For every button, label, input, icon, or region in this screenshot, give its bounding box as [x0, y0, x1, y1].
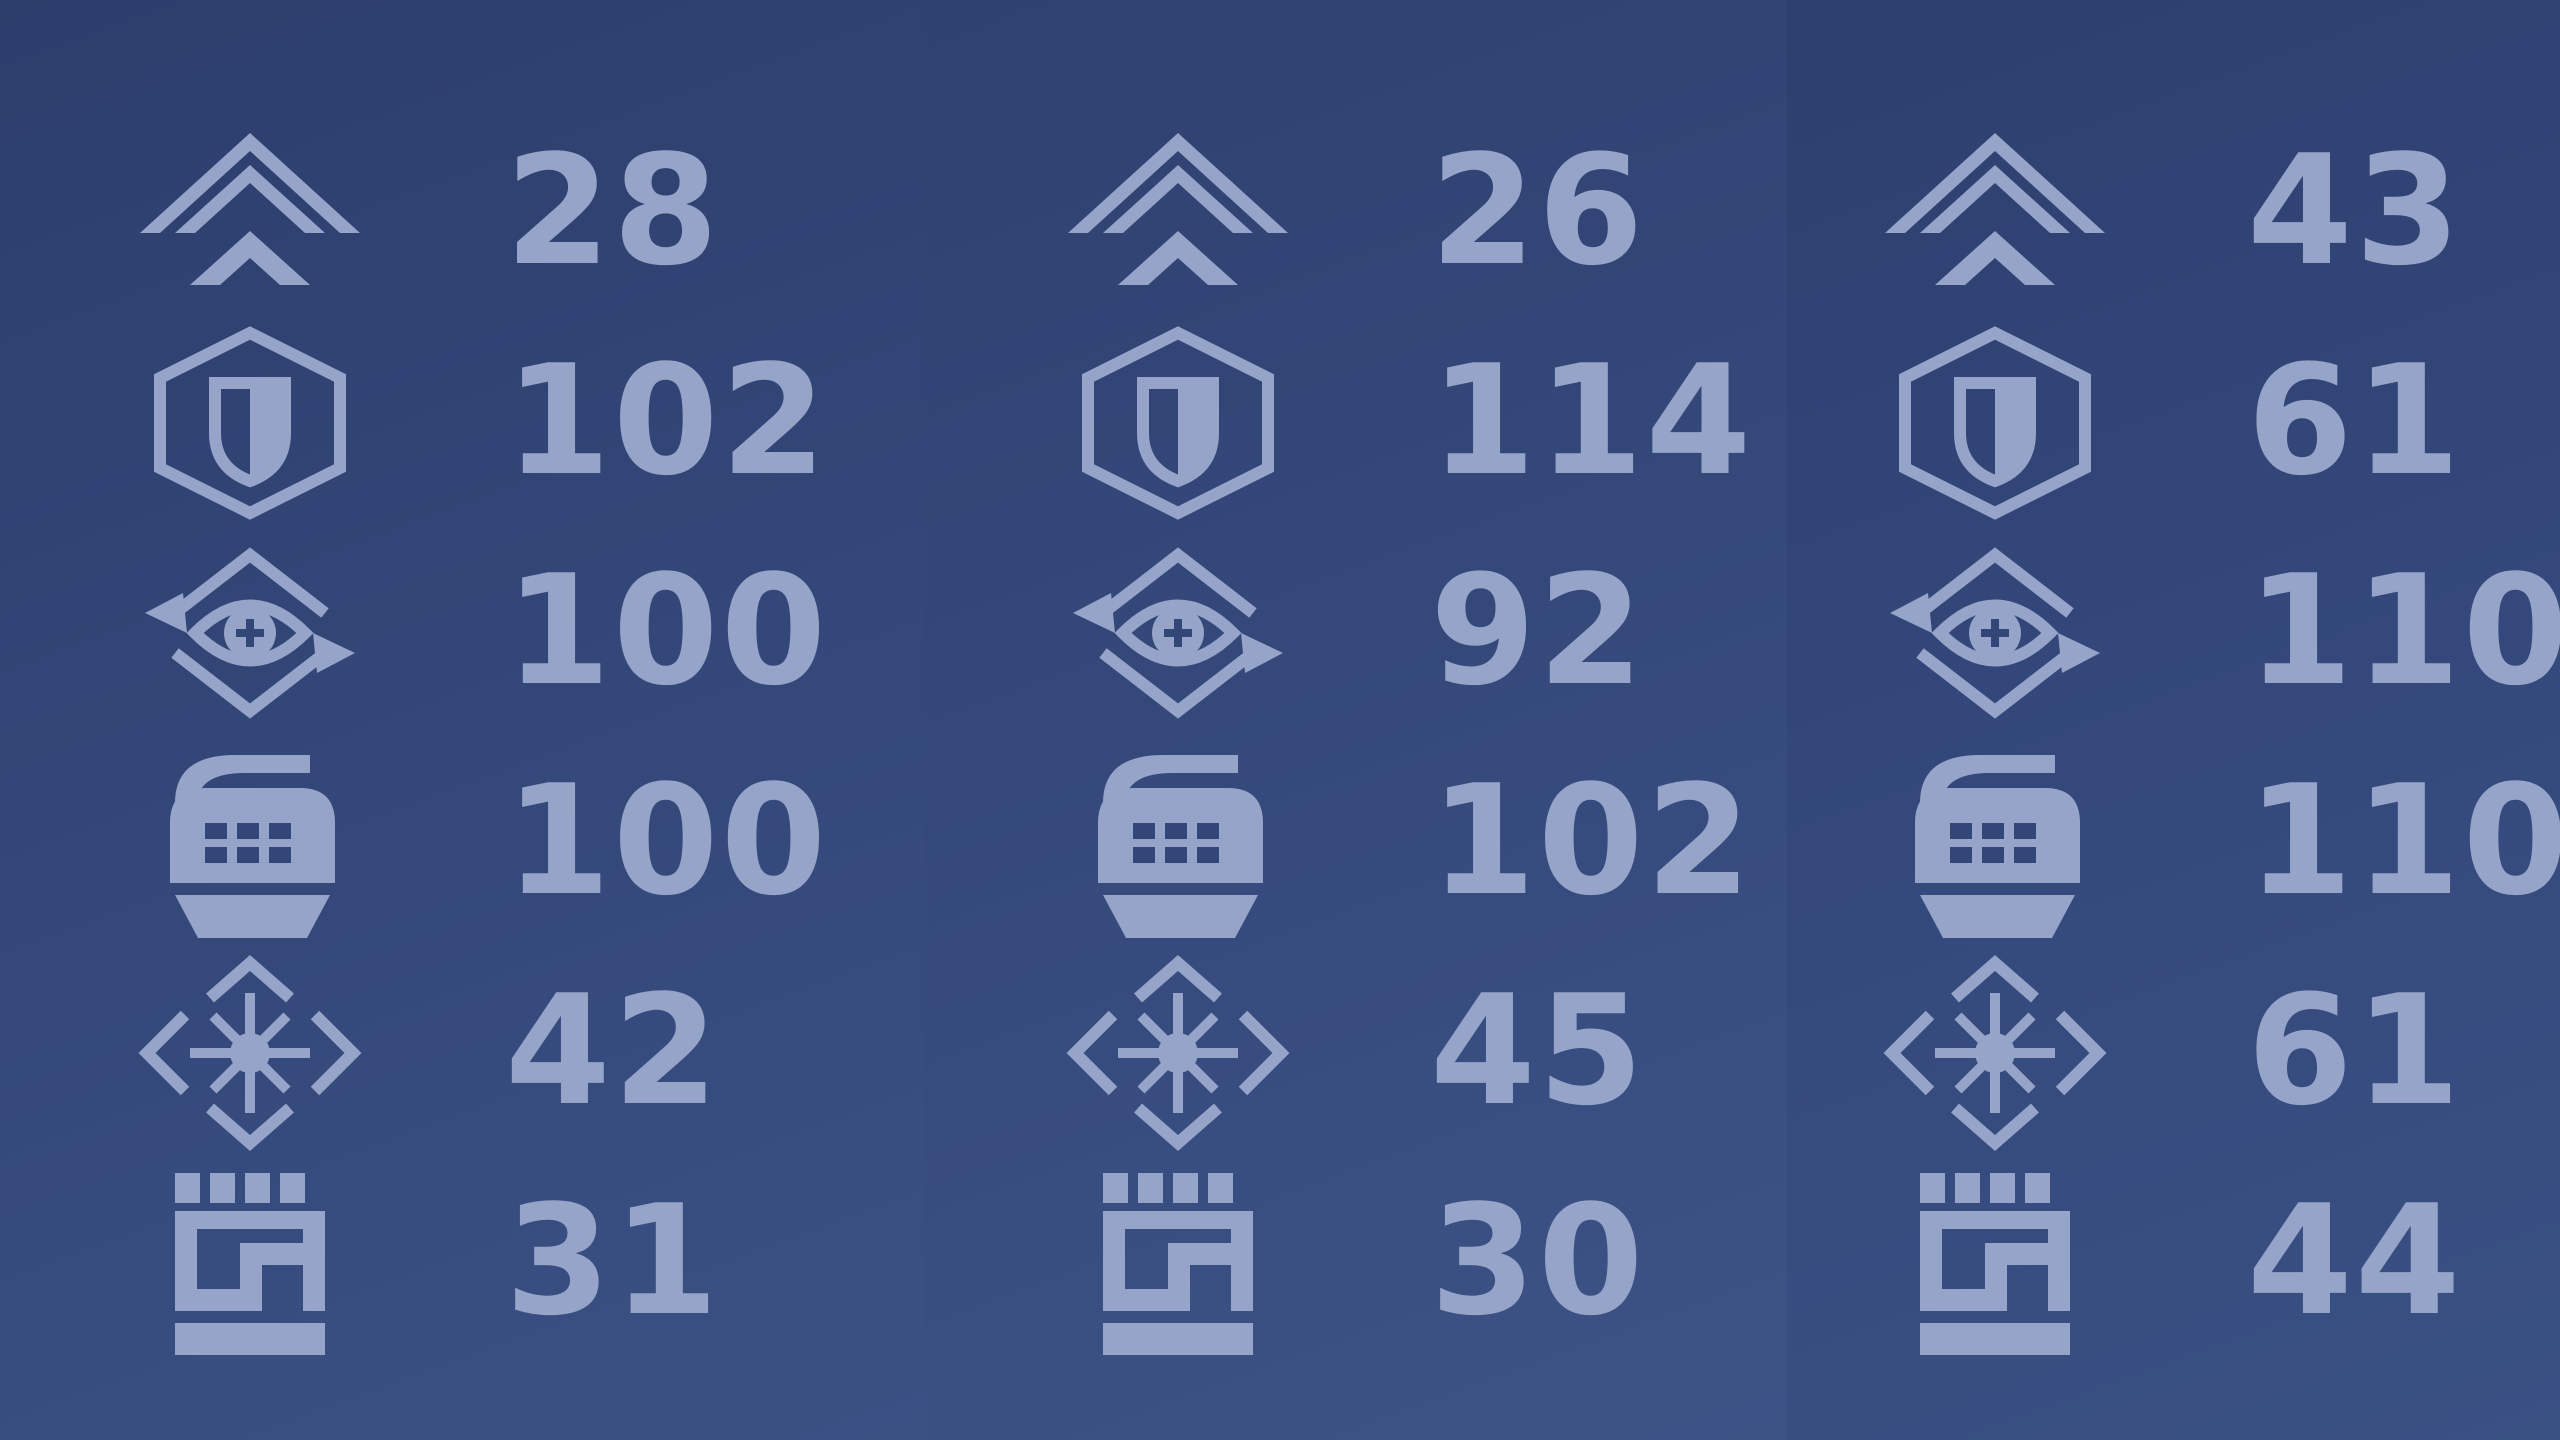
intellect-icon [135, 953, 365, 1153]
discipline-icon [1063, 743, 1293, 943]
recovery-icon [135, 533, 365, 733]
stat-row-strength: 44 [1787, 1158, 2560, 1368]
strength-icon [135, 1163, 365, 1363]
intellect-icon [1880, 953, 2110, 1153]
stat-row-mobility: 26 [925, 108, 1787, 318]
character-column-2[interactable]: 26 114 92 102 45 30 [925, 0, 1787, 1440]
discipline-icon [135, 743, 365, 943]
stat-value: 31 [505, 1172, 721, 1349]
stat-value: 100 [505, 752, 829, 929]
mobility-icon [1063, 113, 1293, 313]
stat-row-mobility: 28 [0, 108, 925, 318]
mobility-icon [135, 113, 365, 313]
stat-row-strength: 31 [0, 1158, 925, 1368]
strength-icon [1063, 1163, 1293, 1363]
stat-row-intellect: 45 [925, 948, 1787, 1158]
discipline-icon [1880, 743, 2110, 943]
stat-row-intellect: 61 [1787, 948, 2560, 1158]
recovery-icon [1880, 533, 2110, 733]
stat-value: 28 [505, 122, 721, 299]
stat-row-recovery: 100 [0, 528, 925, 738]
stat-row-strength: 30 [925, 1158, 1787, 1368]
stat-value: 92 [1430, 542, 1646, 719]
stat-row-resilience: 114 [925, 318, 1787, 528]
stat-value: 114 [1430, 332, 1754, 509]
stat-row-discipline: 100 [0, 738, 925, 948]
stats-comparison-panel: 28 102 100 100 42 31 26 114 92 102 45 30… [0, 0, 2560, 1440]
character-column-1[interactable]: 28 102 100 100 42 31 [0, 0, 925, 1440]
strength-icon [1880, 1163, 2110, 1363]
stat-value: 102 [1430, 752, 1754, 929]
stat-row-resilience: 102 [0, 318, 925, 528]
stat-value: 102 [505, 332, 829, 509]
stat-value: 110 [2247, 752, 2560, 929]
resilience-icon [1063, 323, 1293, 523]
stat-row-discipline: 102 [925, 738, 1787, 948]
stat-value: 100 [505, 542, 829, 719]
stat-value: 42 [505, 962, 721, 1139]
stat-value: 110 [2247, 542, 2560, 719]
resilience-icon [135, 323, 365, 523]
stat-row-intellect: 42 [0, 948, 925, 1158]
stat-row-mobility: 43 [1787, 108, 2560, 318]
stat-value: 61 [2247, 962, 2463, 1139]
intellect-icon [1063, 953, 1293, 1153]
stat-value: 44 [2247, 1172, 2463, 1349]
stat-row-resilience: 61 [1787, 318, 2560, 528]
stat-value: 61 [2247, 332, 2463, 509]
stat-row-recovery: 110 [1787, 528, 2560, 738]
character-column-3[interactable]: 43 61 110 110 61 44 [1787, 0, 2560, 1440]
stat-value: 30 [1430, 1172, 1646, 1349]
mobility-icon [1880, 113, 2110, 313]
stat-row-recovery: 92 [925, 528, 1787, 738]
stat-value: 26 [1430, 122, 1646, 299]
stat-value: 45 [1430, 962, 1646, 1139]
resilience-icon [1880, 323, 2110, 523]
stat-value: 43 [2247, 122, 2463, 299]
stat-row-discipline: 110 [1787, 738, 2560, 948]
recovery-icon [1063, 533, 1293, 733]
